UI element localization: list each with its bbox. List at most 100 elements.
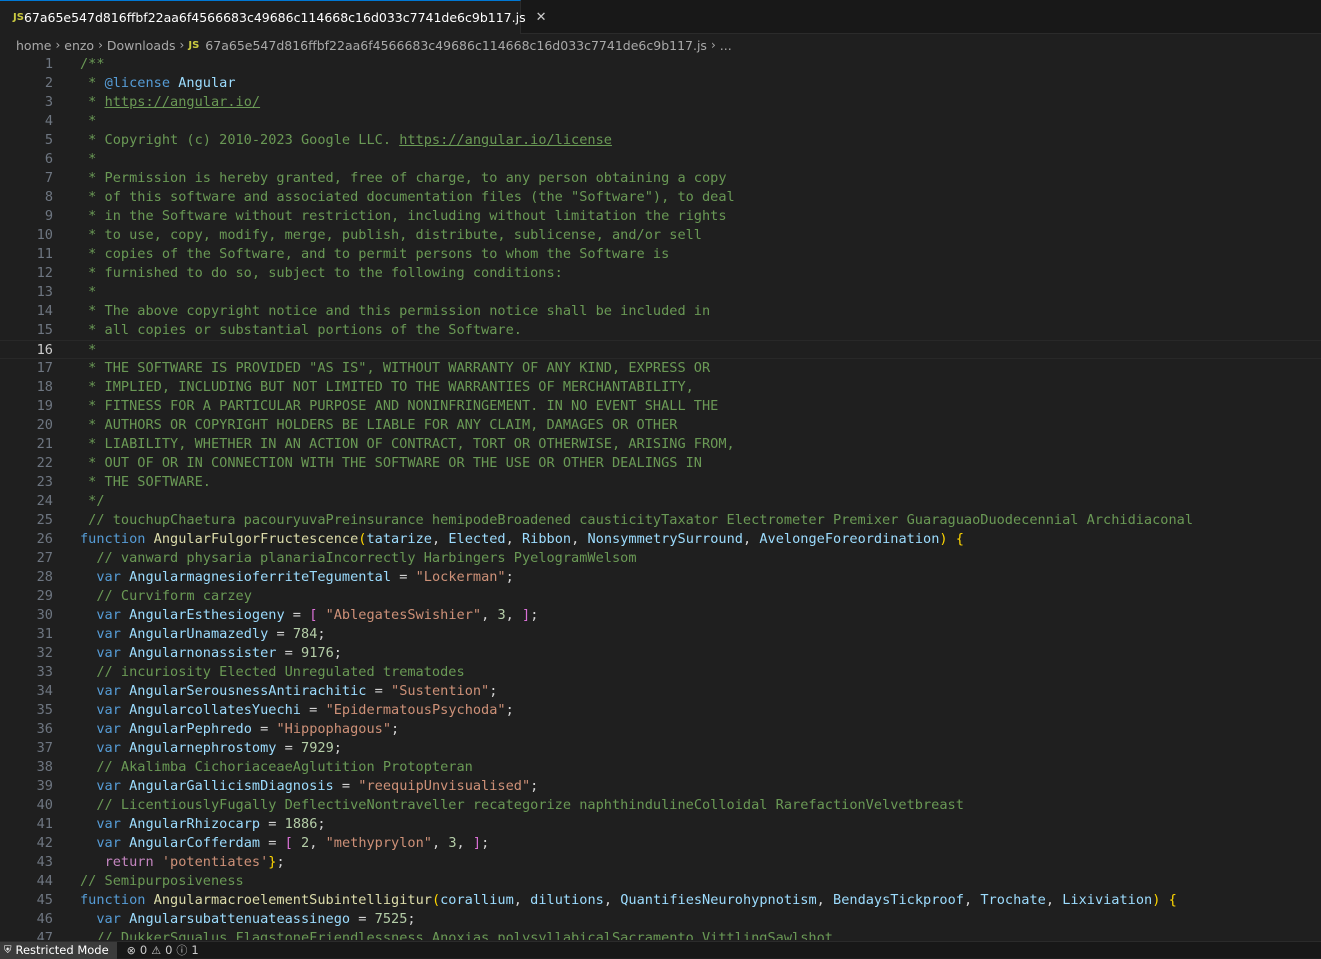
- code-line[interactable]: 36 var AngularPephredo = "Hippophagous";: [0, 720, 1321, 739]
- code-token: * LIABILITY, WHETHER IN AN ACTION OF CON…: [80, 436, 735, 452]
- code-line[interactable]: 16 *: [0, 340, 1321, 359]
- code-token: ;: [317, 816, 326, 832]
- code-token: ,: [309, 835, 326, 851]
- code-token: "Lockerman": [415, 569, 506, 585]
- code-line[interactable]: 7 * Permission is hereby granted, free o…: [0, 169, 1321, 188]
- code-token: ,: [513, 892, 531, 908]
- code-line[interactable]: 4 *: [0, 112, 1321, 131]
- code-line[interactable]: 25 // touchupChaetura pacouryuvaPreinsur…: [0, 511, 1321, 530]
- code-line[interactable]: 40 // LicentiouslyFugally DeflectiveNont…: [0, 796, 1321, 815]
- breadcrumb-symbols[interactable]: ...: [720, 38, 732, 53]
- code-text: var AngularEsthesiogeny = [ "AblegatesSw…: [80, 606, 538, 625]
- code-line[interactable]: 33 // incuriosity Elected Unregulated tr…: [0, 663, 1321, 682]
- code-token: *: [80, 284, 97, 300]
- breadcrumb-file[interactable]: 67a65e547d816ffbf22aa6f4566683c49686c114…: [205, 38, 707, 53]
- code-text: * in the Software without restriction, i…: [80, 207, 726, 226]
- code-line[interactable]: 34 var AngularSerousnessAntirachitic = "…: [0, 682, 1321, 701]
- code-line[interactable]: 29 // Curviform carzey: [0, 587, 1321, 606]
- code-line[interactable]: 9 * in the Software without restriction,…: [0, 207, 1321, 226]
- code-token: "methyprylon": [325, 835, 432, 851]
- code-line[interactable]: 32 var Angularnonassister = 9176;: [0, 644, 1321, 663]
- code-token: 1886: [284, 816, 318, 832]
- code-line[interactable]: 44 // Semipurposiveness: [0, 872, 1321, 891]
- code-line[interactable]: 3 * https://angular.io/: [0, 93, 1321, 112]
- code-line[interactable]: 43 return 'potentiates'};: [0, 853, 1321, 872]
- code-token: Angularnephrostomy: [129, 740, 277, 756]
- code-line[interactable]: 47 // DukkerSqualus FlagstoneFriendlessn…: [0, 929, 1321, 940]
- code-line[interactable]: 20 * AUTHORS OR COPYRIGHT HOLDERS BE LIA…: [0, 416, 1321, 435]
- code-token: =: [391, 569, 416, 585]
- code-line[interactable]: 11 * copies of the Software, and to perm…: [0, 245, 1321, 264]
- breadcrumb-downloads[interactable]: Downloads: [107, 38, 176, 53]
- code-token: ]: [472, 835, 482, 851]
- code-line[interactable]: 5 * Copyright (c) 2010-2023 Google LLC. …: [0, 131, 1321, 150]
- code-token: "Hippophagous": [276, 721, 392, 737]
- code-line[interactable]: 13 *: [0, 283, 1321, 302]
- code-line[interactable]: 41 var AngularRhizocarp = 1886;: [0, 815, 1321, 834]
- code-line[interactable]: 35 var AngularcollatesYuechi = "Epiderma…: [0, 701, 1321, 720]
- problems-button[interactable]: ⊗ 0 ⚠ 0 ⓘ 1: [117, 942, 199, 958]
- code-line[interactable]: 39 var AngularGallicismDiagnosis = "reeq…: [0, 777, 1321, 796]
- code-text: return 'potentiates'};: [80, 853, 285, 872]
- code-token: AngularcollatesYuechi: [129, 702, 301, 718]
- code-line[interactable]: 15 * all copies or substantial portions …: [0, 321, 1321, 340]
- code-line[interactable]: 21 * LIABILITY, WHETHER IN AN ACTION OF …: [0, 435, 1321, 454]
- code-text: function AngularmacroelementSubintelligi…: [80, 891, 1177, 910]
- code-line[interactable]: 12 * furnished to do so, subject to the …: [0, 264, 1321, 283]
- code-token: Angularsubattenuateassinego: [129, 911, 351, 927]
- code-text: * FITNESS FOR A PARTICULAR PURPOSE AND N…: [80, 397, 718, 416]
- code-line[interactable]: 18 * IMPLIED, INCLUDING BUT NOT LIMITED …: [0, 378, 1321, 397]
- code-line[interactable]: 6 *: [0, 150, 1321, 169]
- code-token: /**: [80, 56, 105, 72]
- code-line[interactable]: 23 * THE SOFTWARE.: [0, 473, 1321, 492]
- code-token: "EpidermatousPsychoda": [325, 702, 506, 718]
- code-line[interactable]: 27 // vanward physaria planariaIncorrect…: [0, 549, 1321, 568]
- code-token: var: [96, 683, 121, 699]
- code-text: var AngularGallicismDiagnosis = "reequip…: [80, 777, 538, 796]
- code-line[interactable]: 38 // Akalimba CichoriaceaeAglutition Pr…: [0, 758, 1321, 777]
- restricted-mode-button[interactable]: ⛨ Restricted Mode: [0, 941, 117, 959]
- code-line[interactable]: 19 * FITNESS FOR A PARTICULAR PURPOSE AN…: [0, 397, 1321, 416]
- code-line[interactable]: 1 /**: [0, 55, 1321, 74]
- code-line[interactable]: 26 function AngularFulgorFructescence(tat…: [0, 530, 1321, 549]
- code-line[interactable]: 17 * THE SOFTWARE IS PROVIDED "AS IS", W…: [0, 359, 1321, 378]
- code-token: 3: [448, 835, 457, 851]
- code-token: 7525: [374, 911, 408, 927]
- code-line[interactable]: 28 var AngularmagnesioferriteTegumental …: [0, 568, 1321, 587]
- code-line[interactable]: 2 * @license Angular: [0, 74, 1321, 93]
- code-token: "Sustention": [391, 683, 490, 699]
- line-number: 29: [36, 588, 53, 604]
- code-line[interactable]: 14 * The above copyright notice and this…: [0, 302, 1321, 321]
- code-line[interactable]: 24 */: [0, 492, 1321, 511]
- code-line[interactable]: 8 * of this software and associated docu…: [0, 188, 1321, 207]
- code-text: // incuriosity Elected Unregulated trema…: [80, 663, 464, 682]
- code-token: * The above copyright notice and this pe…: [80, 303, 711, 319]
- code-line[interactable]: 30 var AngularEsthesiogeny = [ "Ablegate…: [0, 606, 1321, 625]
- code-token: * IMPLIED, INCLUDING BUT NOT LIMITED TO …: [80, 379, 694, 395]
- code-token: =: [333, 778, 359, 794]
- code-line[interactable]: 45 function AngularmacroelementSubintelli…: [0, 891, 1321, 910]
- code-line[interactable]: 22 * OUT OF OR IN CONNECTION WITH THE SO…: [0, 454, 1321, 473]
- code-token: ;: [530, 607, 539, 623]
- line-number: 36: [36, 721, 53, 737]
- code-line[interactable]: 10 * to use, copy, modify, merge, publis…: [0, 226, 1321, 245]
- restricted-mode-label: Restricted Mode: [15, 943, 109, 957]
- code-line[interactable]: 31 var AngularUnamazedly = 784;: [0, 625, 1321, 644]
- editor-tab[interactable]: JS 67a65e547d816ffbf22aa6f4566683c49686c…: [0, 0, 547, 34]
- breadcrumb-enzo[interactable]: enzo: [64, 38, 94, 53]
- code-line[interactable]: 46 var Angularsubattenuateassinego = 752…: [0, 910, 1321, 929]
- code-token: * copies of the Software, and to permit …: [80, 246, 670, 262]
- close-icon[interactable]: ✕: [536, 10, 547, 26]
- code-token: =: [260, 816, 285, 832]
- code-line[interactable]: 42 var AngularCofferdam = [ 2, "methypry…: [0, 834, 1321, 853]
- code-text: var AngularcollatesYuechi = "Epidermatou…: [80, 701, 513, 720]
- breadcrumb-home[interactable]: home: [16, 38, 51, 53]
- code-line[interactable]: 37 var Angularnephrostomy = 7929;: [0, 739, 1321, 758]
- code-editor[interactable]: 1/** 2 * @license Angular 3 * https://angu…: [0, 55, 1321, 940]
